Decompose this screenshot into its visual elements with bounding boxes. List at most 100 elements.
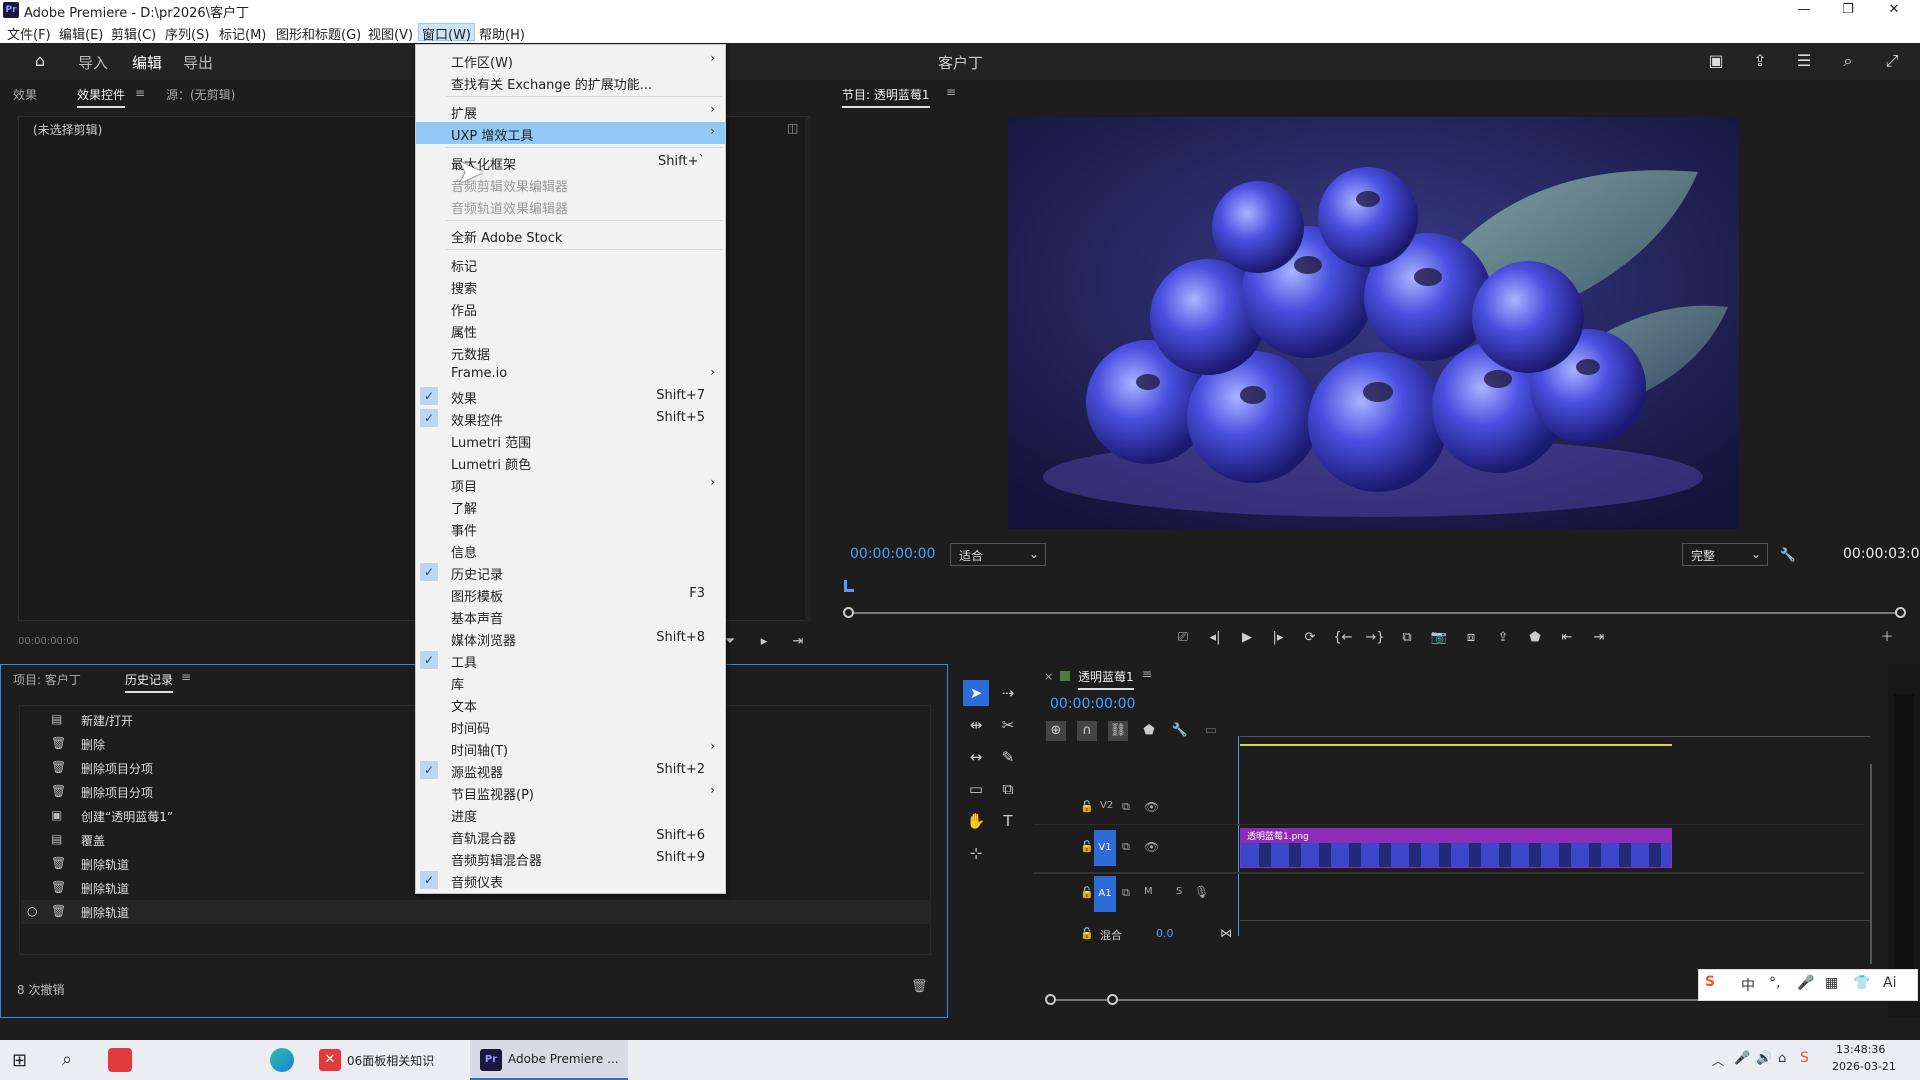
step-back-icon[interactable]: ◂| [1205, 628, 1225, 648]
ime-punctuation[interactable]: °, [1769, 975, 1780, 991]
menu-item[interactable]: 图形模板 F3 [416, 583, 725, 605]
home-icon[interactable]: ⌂ [30, 51, 50, 71]
ec-scrollbar[interactable] [805, 117, 811, 622]
menu-item[interactable]: 媒体浏览器 Shift+8 [416, 627, 725, 649]
menu-edit[interactable]: 编辑(E) [56, 24, 106, 43]
fit-dropdown[interactable]: 适合 ⌄ [950, 543, 1046, 566]
menu-item[interactable]: ✓ 效果控件 Shift+5 [416, 407, 725, 429]
timeline-scroll-handle[interactable] [1107, 994, 1118, 1005]
app-icon-red[interactable] [108, 1048, 132, 1072]
lock-icon[interactable]: 🔓 [1080, 886, 1094, 899]
insert-icon[interactable]: ⇤ [1557, 628, 1577, 648]
solo-button[interactable]: S [1176, 886, 1182, 897]
menu-item[interactable]: ✓ 工具 [416, 649, 725, 671]
overwrite-icon[interactable]: ⇥ [1589, 628, 1609, 648]
quality-dropdown[interactable]: 完整 ⌄ [1682, 543, 1768, 566]
menu-item[interactable]: 属性 [416, 319, 725, 341]
menu-item[interactable]: 作品 [416, 297, 725, 319]
sogou-logo-icon[interactable]: S [1705, 974, 1715, 990]
search-icon[interactable]: ⌕ [1838, 51, 1858, 71]
program-monitor-title[interactable]: 节目: 透明蓝莓1 [842, 86, 930, 108]
linked-selection-icon[interactable]: ⛓ [1108, 721, 1128, 741]
timeline-timecode[interactable]: 00:00:00:00 [1050, 696, 1135, 712]
menu-item[interactable]: 标记 [416, 253, 725, 275]
menu-item[interactable]: ✓ 历史记录 [416, 561, 725, 583]
menu-file[interactable]: 文件(F) [4, 24, 54, 43]
export-icon[interactable]: ⇥ [788, 632, 808, 652]
lock-icon[interactable]: 🔓 [1080, 927, 1094, 940]
tab-effects[interactable]: 效果 [13, 86, 37, 103]
program-ruler[interactable] [844, 580, 1904, 594]
tab-source[interactable]: 源：(无剪辑) [166, 86, 235, 103]
menu-item[interactable]: 项目 › [416, 473, 725, 495]
track-select-tool-icon[interactable]: ⇢ [995, 680, 1021, 706]
ime-chinese-mode[interactable]: 中 [1741, 975, 1755, 995]
menu-item[interactable]: ✓ 音频仪表 [416, 869, 725, 891]
rectangle-tool-icon[interactable]: ▭ [963, 776, 989, 802]
tray-volume-icon[interactable]: 🔊 [1756, 1051, 1772, 1066]
type-tool-icon[interactable]: T [995, 808, 1021, 834]
marker-icon[interactable]: ⬟ [1525, 628, 1545, 648]
panel-layout-icon[interactable]: ▣ [1706, 51, 1726, 71]
menu-item[interactable]: 元数据 [416, 341, 725, 363]
share-icon[interactable]: ⇪ [1750, 51, 1770, 71]
selection-tool-icon[interactable]: ➤ [963, 680, 989, 706]
tray-mic-icon[interactable]: 🎤 [1734, 1051, 1750, 1066]
taskbar-item-premiere[interactable]: Pr Adobe Premiere ... [470, 1040, 628, 1080]
play-audio-icon[interactable]: ▸ [754, 632, 774, 652]
workspaces-icon[interactable]: ☰ [1794, 51, 1814, 71]
add-marker-icon[interactable]: ⬟ [1139, 721, 1159, 741]
edge-icon[interactable] [270, 1048, 294, 1072]
step-forward-icon[interactable]: |▸ [1268, 628, 1288, 648]
eye-icon[interactable]: 👁 [1144, 800, 1159, 814]
timeline-settings-icon[interactable]: 🔧 [1170, 721, 1190, 741]
menu-item[interactable]: 音频剪辑混合器 Shift+9 [416, 847, 725, 869]
mix-end-icon[interactable]: ⋈ [1220, 926, 1232, 940]
menu-view[interactable]: 视图(V) [365, 24, 416, 43]
panel-menu-icon[interactable]: ≡ [135, 86, 145, 100]
menu-item[interactable]: 音轨混合器 Shift+6 [416, 825, 725, 847]
tab-history[interactable]: 历史记录 [125, 671, 174, 693]
safe-margins-icon[interactable]: ⧉ [1397, 628, 1417, 648]
program-menu-icon[interactable]: ≡ [946, 85, 956, 99]
nest-icon[interactable]: ⊕ [1046, 721, 1066, 741]
menu-item[interactable]: 信息 [416, 539, 725, 561]
menu-item[interactable]: 时间码 [416, 715, 725, 737]
minimize-button[interactable]: — [1782, 0, 1826, 21]
menu-item[interactable]: 搜索 [416, 275, 725, 297]
start-icon[interactable]: ⊞ [12, 1050, 27, 1071]
menu-marker[interactable]: 标记(M) [216, 24, 269, 43]
slip-tool-icon[interactable]: ↔ [963, 744, 989, 770]
razor-tool-icon[interactable]: ✂ [995, 712, 1021, 738]
microphone-icon[interactable]: 🎙 [1194, 885, 1209, 899]
tray-sogou-icon[interactable]: S [1800, 1050, 1809, 1066]
ime-ai-icon[interactable]: Ai [1883, 975, 1896, 991]
go-to-in-icon[interactable]: {← [1333, 628, 1353, 648]
tab-import[interactable]: 导入 [78, 52, 108, 73]
menu-item[interactable]: 进度 [416, 803, 725, 825]
history-row-current[interactable]: ○ 🗑 删除轨道 [21, 900, 931, 924]
menu-item[interactable]: 全新 Adobe Stock [416, 224, 725, 246]
menu-window[interactable]: 窗口(W) [418, 23, 475, 43]
tray-chevron-icon[interactable]: ︿ [1712, 1052, 1724, 1069]
settings-wrench-icon[interactable]: 🔧 [1778, 546, 1798, 566]
export-frame-icon[interactable]: ⇪ [1493, 628, 1513, 648]
compare-icon[interactable]: ⧈ [1461, 628, 1481, 648]
menu-item[interactable]: 库 [416, 671, 725, 693]
tab-export[interactable]: 导出 [183, 52, 213, 73]
snap-icon[interactable]: ∩ [1077, 721, 1097, 741]
menu-item[interactable]: 工作区(W) › [416, 49, 725, 71]
sync-lock-icon[interactable]: ⧉ [1122, 886, 1130, 900]
mix-value[interactable]: 0.0 [1156, 927, 1174, 940]
menu-item[interactable]: 查找有关 Exchange 的扩展功能... [416, 71, 725, 93]
go-to-out-icon[interactable]: →} [1365, 628, 1385, 648]
menu-item[interactable]: ✓ 源监视器 Shift+2 [416, 759, 725, 781]
menu-clip[interactable]: 剪辑(C) [108, 24, 159, 43]
menu-help[interactable]: 帮助(H) [476, 24, 528, 43]
fullscreen-icon[interactable]: ⤢ [1882, 51, 1902, 71]
zoom-handle-left[interactable] [843, 607, 854, 618]
menu-item[interactable]: 了解 [416, 495, 725, 517]
play-icon[interactable]: ▶ [1237, 628, 1257, 648]
captions-icon[interactable]: ▭ [1201, 721, 1221, 741]
sequence-tab[interactable]: 透明蓝莓1 [1078, 668, 1134, 690]
